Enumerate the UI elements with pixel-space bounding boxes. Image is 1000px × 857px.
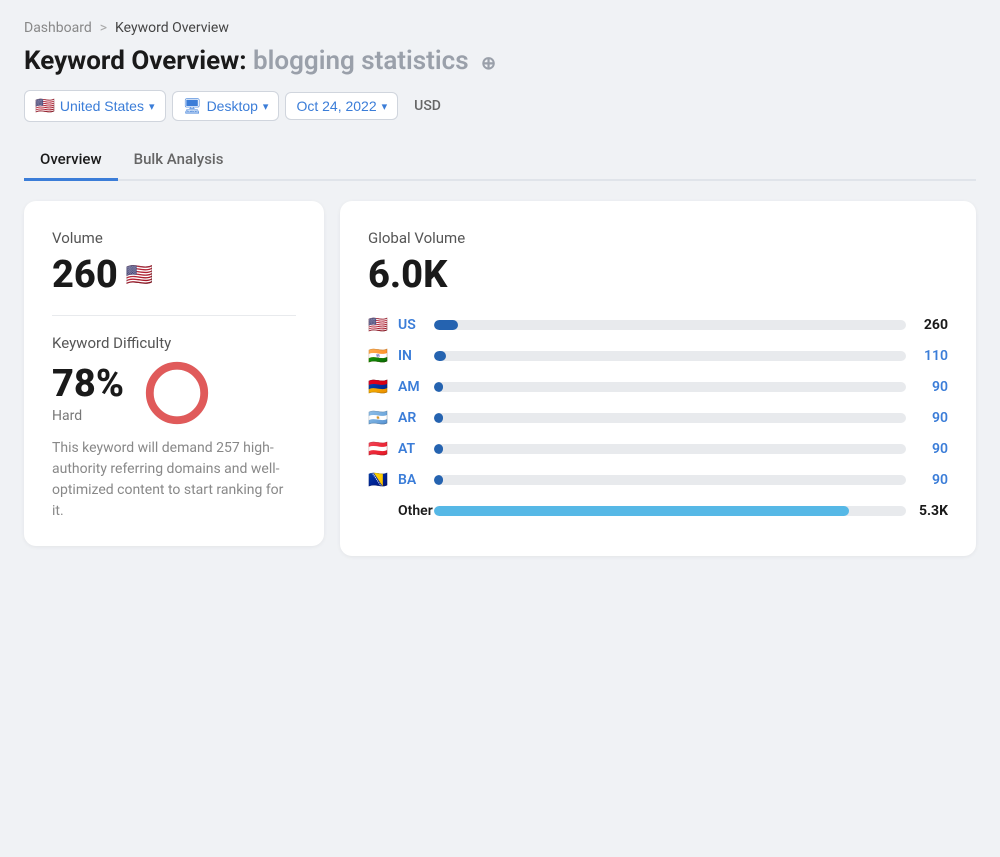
difficulty-rating: Hard bbox=[52, 408, 124, 424]
divider bbox=[52, 315, 296, 316]
count-us: 260 bbox=[914, 317, 948, 333]
add-keyword-icon[interactable]: ⊕ bbox=[481, 53, 496, 74]
page-title: Keyword Overview: blogging statistics ⊕ bbox=[24, 46, 976, 76]
flag-ba: 🇧🇦 bbox=[368, 470, 390, 489]
flag-in: 🇮🇳 bbox=[368, 346, 390, 365]
country-label: United States bbox=[60, 98, 144, 114]
country-rows: 🇺🇸 US 260 🇮🇳 IN 110 🇦🇲 AM bbox=[368, 315, 948, 520]
count-ba: 90 bbox=[914, 472, 948, 488]
difficulty-pct: 78% bbox=[52, 362, 124, 406]
device-label: Desktop bbox=[207, 98, 258, 114]
country-row-am: 🇦🇲 AM 90 bbox=[368, 377, 948, 396]
cards-row: Volume 260 🇺🇸 Keyword Difficulty 78% Har… bbox=[24, 201, 976, 556]
difficulty-desc: This keyword will demand 257 high-author… bbox=[52, 438, 296, 522]
global-volume-card: Global Volume 6.0K 🇺🇸 US 260 🇮🇳 IN 110 bbox=[340, 201, 976, 556]
bar-fill-other bbox=[434, 506, 849, 516]
country-chevron-icon: ▾ bbox=[149, 100, 155, 113]
country-row-us: 🇺🇸 US 260 bbox=[368, 315, 948, 334]
difficulty-label: Keyword Difficulty bbox=[52, 334, 296, 352]
bar-bg-us bbox=[434, 320, 906, 330]
bar-bg-other bbox=[434, 506, 906, 516]
breadcrumb: Dashboard > Keyword Overview bbox=[24, 20, 976, 36]
count-am: 90 bbox=[914, 379, 948, 395]
flag-us: 🇺🇸 bbox=[368, 315, 390, 334]
difficulty-row: 78% Hard bbox=[52, 358, 296, 428]
volume-card: Volume 260 🇺🇸 Keyword Difficulty 78% Har… bbox=[24, 201, 324, 546]
breadcrumb-current: Keyword Overview bbox=[115, 20, 229, 36]
code-at: AT bbox=[398, 441, 426, 457]
country-row-in: 🇮🇳 IN 110 bbox=[368, 346, 948, 365]
country-row-ba: 🇧🇦 BA 90 bbox=[368, 470, 948, 489]
flag-at: 🇦🇹 bbox=[368, 439, 390, 458]
tabs-row: Overview Bulk Analysis bbox=[24, 140, 976, 181]
code-us: US bbox=[398, 317, 426, 333]
bar-fill-ba bbox=[434, 475, 443, 485]
country-row-at: 🇦🇹 AT 90 bbox=[368, 439, 948, 458]
bar-fill-am bbox=[434, 382, 443, 392]
bar-bg-at bbox=[434, 444, 906, 454]
monitor-icon: 🖥 bbox=[183, 97, 202, 115]
difficulty-donut bbox=[142, 358, 212, 428]
bar-bg-am bbox=[434, 382, 906, 392]
page-title-prefix: Keyword Overview: bbox=[24, 46, 247, 76]
flag-am: 🇦🇲 bbox=[368, 377, 390, 396]
date-chevron-icon: ▾ bbox=[382, 100, 388, 113]
breadcrumb-separator: > bbox=[100, 20, 107, 36]
tab-overview[interactable]: Overview bbox=[24, 140, 118, 181]
date-label: Oct 24, 2022 bbox=[296, 98, 376, 114]
code-ba: BA bbox=[398, 472, 426, 488]
device-filter[interactable]: 🖥 Desktop ▾ bbox=[172, 91, 280, 121]
count-ar: 90 bbox=[914, 410, 948, 426]
code-in: IN bbox=[398, 348, 426, 364]
global-volume-value: 6.0K bbox=[368, 253, 948, 297]
device-chevron-icon: ▾ bbox=[263, 100, 269, 113]
bar-fill-in bbox=[434, 351, 446, 361]
page-title-keyword: blogging statistics bbox=[253, 46, 469, 76]
bar-bg-ba bbox=[434, 475, 906, 485]
bar-fill-us bbox=[434, 320, 458, 330]
country-filter[interactable]: 🇺🇸 United States ▾ bbox=[24, 90, 166, 122]
bar-fill-ar bbox=[434, 413, 443, 423]
country-row-ar: 🇦🇷 AR 90 bbox=[368, 408, 948, 427]
flag-ar: 🇦🇷 bbox=[368, 408, 390, 427]
bar-fill-at bbox=[434, 444, 443, 454]
count-at: 90 bbox=[914, 441, 948, 457]
volume-label: Volume bbox=[52, 229, 296, 247]
volume-flag: 🇺🇸 bbox=[126, 263, 153, 288]
code-other: Other bbox=[398, 503, 426, 519]
volume-value: 260 🇺🇸 bbox=[52, 253, 296, 297]
global-volume-label: Global Volume bbox=[368, 229, 948, 247]
count-in: 110 bbox=[914, 348, 948, 364]
currency-label: USD bbox=[404, 93, 451, 119]
code-am: AM bbox=[398, 379, 426, 395]
code-ar: AR bbox=[398, 410, 426, 426]
breadcrumb-home[interactable]: Dashboard bbox=[24, 20, 92, 36]
tab-bulk-analysis[interactable]: Bulk Analysis bbox=[118, 140, 240, 181]
count-other: 5.3K bbox=[914, 503, 948, 519]
filters-row: 🇺🇸 United States ▾ 🖥 Desktop ▾ Oct 24, 2… bbox=[24, 90, 976, 122]
bar-bg-ar bbox=[434, 413, 906, 423]
date-filter[interactable]: Oct 24, 2022 ▾ bbox=[285, 92, 398, 120]
country-row-other: 🏳 Other 5.3K bbox=[368, 501, 948, 520]
bar-bg-in bbox=[434, 351, 906, 361]
country-flag: 🇺🇸 bbox=[35, 96, 55, 116]
difficulty-left: 78% Hard bbox=[52, 362, 124, 424]
